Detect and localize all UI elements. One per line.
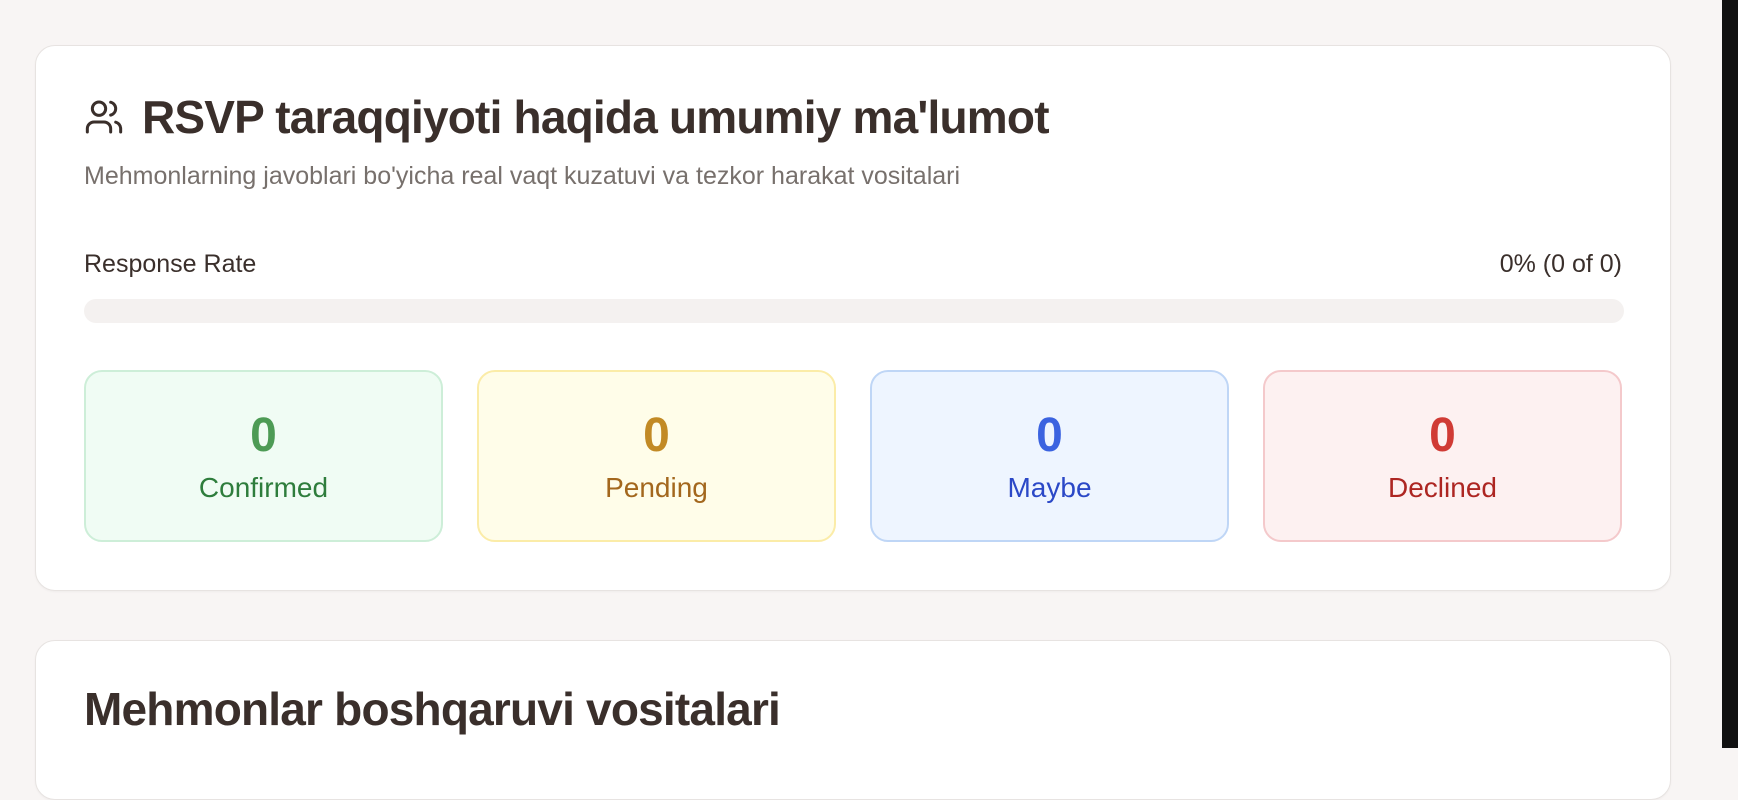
stat-confirmed-count: 0 [250,409,277,462]
stat-confirmed: 0 Confirmed [84,370,443,542]
stat-pending: 0 Pending [477,370,836,542]
stat-declined-count: 0 [1429,409,1456,462]
rsvp-overview-card: RSVP taraqqiyoti haqida umumiy ma'lumot … [35,45,1671,591]
stat-declined-label: Declined [1388,472,1497,503]
rsvp-subtitle: Mehmonlarning javoblari bo'yicha real va… [84,162,961,190]
stat-declined: 0 Declined [1263,370,1622,542]
stat-pending-count: 0 [643,409,670,462]
rsvp-title: RSVP taraqqiyoti haqida umumiy ma'lumot [142,91,1050,143]
response-rate-progress-bar [84,299,1624,323]
stat-pending-label: Pending [605,472,708,503]
rsvp-stats: 0 Confirmed 0 Pending 0 Maybe 0 Declined [84,370,1624,542]
response-rate-label: Response Rate [84,250,257,278]
stat-confirmed-label: Confirmed [198,472,329,503]
response-rate-value: 0% (0 of 0) [1499,250,1622,278]
users-icon [84,97,124,137]
stat-maybe-count: 0 [1036,409,1063,462]
guest-management-title: Mehmonlar boshqaruvi vositalari [84,683,781,735]
page-scrollbar[interactable] [1722,0,1738,748]
stat-maybe: 0 Maybe [870,370,1229,542]
guest-management-card: Mehmonlar boshqaruvi vositalari [35,640,1671,800]
rsvp-title-row: RSVP taraqqiyoti haqida umumiy ma'lumot [84,89,1050,145]
stat-maybe-label: Maybe [1007,472,1092,503]
